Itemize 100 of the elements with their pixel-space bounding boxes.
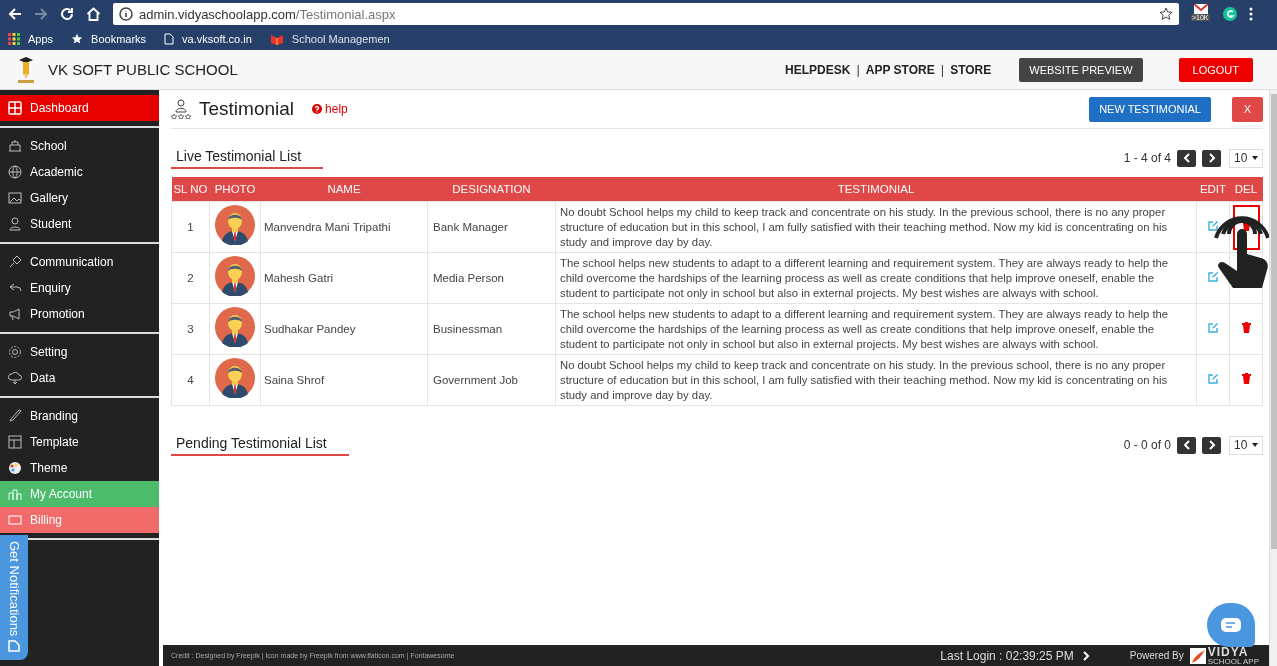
page-range: 0 - 0 of 0 bbox=[1123, 438, 1171, 452]
table-cell: 4 bbox=[171, 354, 210, 406]
column-header: EDIT bbox=[1196, 177, 1230, 202]
menu-item-icon bbox=[8, 487, 22, 501]
back-icon[interactable] bbox=[8, 7, 22, 21]
url-path: /Testimonial.aspx bbox=[295, 6, 396, 22]
previous-page-button[interactable] bbox=[1177, 436, 1196, 454]
info-icon[interactable] bbox=[119, 7, 133, 21]
header-link[interactable]: STORE bbox=[950, 62, 992, 77]
page-size-select[interactable]: 10 bbox=[1229, 435, 1263, 455]
previous-page-button[interactable] bbox=[1177, 149, 1196, 167]
section-title: Live Testimonial List bbox=[171, 147, 324, 169]
menu-item-icon bbox=[8, 513, 22, 527]
avatar-icon bbox=[215, 205, 255, 245]
table-cell: Media Person bbox=[427, 252, 556, 304]
sidebar-item[interactable]: School bbox=[0, 133, 159, 159]
menu-icon[interactable] bbox=[1249, 7, 1253, 21]
menu-item-icon bbox=[8, 217, 22, 231]
section-title: Pending Testimonial List bbox=[171, 434, 349, 456]
menu-item-icon bbox=[8, 409, 22, 423]
star-icon[interactable] bbox=[1159, 7, 1173, 21]
apps-icon[interactable] bbox=[8, 33, 20, 45]
sidebar-item[interactable]: Setting bbox=[0, 339, 159, 365]
menu-item-icon bbox=[8, 139, 22, 153]
sidebar-item[interactable]: Promotion bbox=[0, 301, 159, 327]
menu-item-icon bbox=[8, 461, 22, 475]
chevron-right-icon bbox=[1207, 440, 1216, 450]
sidebar-item[interactable]: Student bbox=[0, 211, 159, 237]
chevron-right-icon bbox=[1207, 153, 1216, 163]
separator: | bbox=[856, 62, 860, 77]
scrollbar[interactable] bbox=[1269, 90, 1277, 666]
page-size-select[interactable]: 10 bbox=[1229, 148, 1263, 168]
table-cell: 1 bbox=[171, 201, 210, 253]
table-cell: Government Job bbox=[427, 354, 556, 406]
brand-name: VIDYA bbox=[1207, 645, 1250, 658]
last-login: Last Login : 02:39:25 PM bbox=[940, 648, 1074, 663]
bookmark-link[interactable]: Apps bbox=[28, 33, 54, 45]
new-testimonial-button[interactable]: NEW TESTIMONIAL bbox=[1089, 96, 1211, 122]
next-page-button[interactable] bbox=[1202, 436, 1221, 454]
sidebar-item[interactable]: Data bbox=[0, 365, 159, 391]
edit-icon[interactable] bbox=[1207, 219, 1219, 231]
page-icon[interactable] bbox=[164, 33, 175, 45]
table-cell: No doubt School helps my child to keep track and concentrate on his study. In the previous school, there is no any proper structure of education but in this school, I am fully satisfied with their teaching method. Now my kid is concentrating on his study and improve day by day. bbox=[555, 354, 1197, 406]
bookmark-link[interactable]: Bookmarks bbox=[91, 33, 147, 45]
table-cell: Saina Shrof bbox=[260, 354, 428, 406]
flame-icon bbox=[1189, 647, 1206, 664]
close-button[interactable]: X bbox=[1232, 96, 1263, 122]
sidebar-item[interactable]: Branding bbox=[0, 403, 159, 429]
sidebar-item[interactable]: Enquiry bbox=[0, 275, 159, 301]
url-host: admin.vidyaschoolapp.com bbox=[139, 6, 296, 22]
sidebar-item[interactable]: Communication bbox=[0, 249, 159, 275]
reload-icon[interactable] bbox=[60, 7, 74, 21]
preview-button[interactable]: WEBSITE PREVIEW bbox=[1019, 57, 1143, 82]
bell-icon bbox=[8, 640, 20, 652]
mail-icon[interactable] bbox=[1194, 4, 1208, 14]
logout-button[interactable]: LOGOUT bbox=[1178, 57, 1253, 82]
address-bar[interactable]: admin.vidyaschoolapp.com/Testimonial.aspx bbox=[113, 3, 1179, 25]
table-cell: The school helps new students to adapt to a different learning and requirement system. They are always ready to help the child overcome the hardships of the learning process as well as create conditions that help improve oneself, enable the student to participate not only in school but also in external projects. My best wishes are always with school. bbox=[555, 252, 1197, 304]
menu-item-icon bbox=[8, 165, 22, 179]
school-name: VK SOFT PUBLIC SCHOOL bbox=[48, 61, 238, 78]
chat-button[interactable] bbox=[1207, 603, 1255, 647]
header-link[interactable]: APP STORE bbox=[865, 62, 935, 77]
table-cell: Sudhakar Pandey bbox=[260, 303, 428, 355]
extension-icon[interactable] bbox=[1223, 7, 1237, 21]
chevron-icon[interactable] bbox=[1081, 650, 1090, 661]
avatar-icon bbox=[215, 307, 255, 347]
star-icon[interactable] bbox=[71, 33, 84, 45]
dropdown-icon bbox=[1252, 156, 1258, 160]
next-page-button[interactable] bbox=[1202, 149, 1221, 167]
sidebar-item[interactable]: Theme bbox=[0, 455, 159, 481]
help-icon bbox=[312, 104, 323, 114]
avatar-icon bbox=[215, 358, 255, 398]
sidebar-item[interactable]: Academic bbox=[0, 159, 159, 185]
help-link[interactable]: help bbox=[312, 102, 348, 116]
sidebar-item[interactable]: Gallery bbox=[0, 185, 159, 211]
bookmark-link[interactable]: va.vksoft.co.in bbox=[182, 33, 252, 45]
chat-icon bbox=[1221, 618, 1241, 632]
testimonial-icon bbox=[171, 99, 191, 119]
book-icon[interactable] bbox=[269, 33, 284, 45]
menu-item-icon bbox=[8, 307, 22, 321]
powered-by: Powered By bbox=[1129, 650, 1184, 661]
forward-icon[interactable] bbox=[34, 7, 48, 21]
bookmark-link[interactable]: School Managemen bbox=[291, 33, 390, 45]
table-cell: The school helps new students to adapt to a different learning and requirement system. They are always ready to help the child overcome the hardships of the learning process as well as create conditions that help improve oneself, enable the student to participate not only in school but also in external projects. My best wishes are always with school. bbox=[555, 303, 1197, 355]
page-range: 1 - 4 of 4 bbox=[1123, 151, 1171, 165]
menu-item-icon bbox=[8, 191, 22, 205]
column-header: NAME bbox=[260, 177, 428, 202]
sidebar-item[interactable]: Template bbox=[0, 429, 159, 455]
column-header: PHOTO bbox=[209, 177, 261, 202]
table-cell: Bank Manager bbox=[427, 201, 556, 253]
header-link[interactable]: HELPDESK bbox=[785, 62, 851, 77]
page-title: Testimonial bbox=[199, 98, 295, 120]
column-header: DESIGNATION bbox=[427, 177, 556, 202]
menu-item-icon bbox=[8, 345, 22, 359]
sidebar-item[interactable]: Dashboard bbox=[0, 95, 159, 121]
column-header: TESTIMONIAL bbox=[555, 177, 1197, 202]
column-header: DEL bbox=[1229, 177, 1263, 202]
table-cell: Businessman bbox=[427, 303, 556, 355]
home-icon[interactable] bbox=[86, 7, 101, 21]
menu-item-icon bbox=[8, 255, 22, 269]
